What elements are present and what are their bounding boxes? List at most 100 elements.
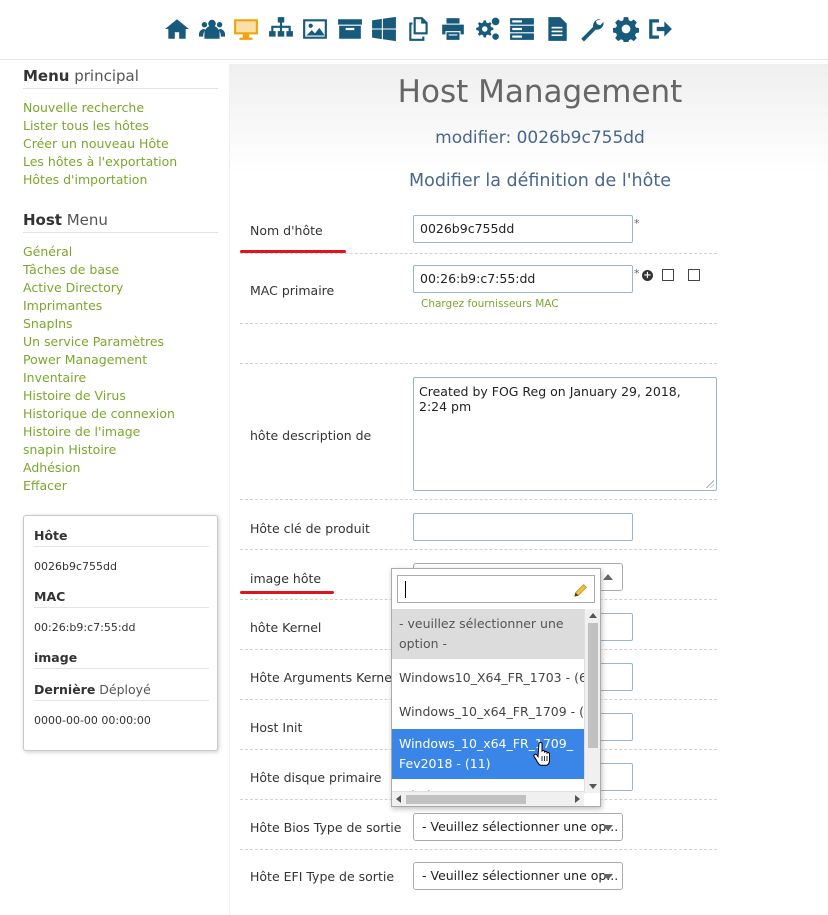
- kernel-args-label: Hôte Arguments Kernel: [250, 670, 396, 685]
- sidebar-item-main-2[interactable]: Créer un nouveau Hôte: [23, 135, 177, 153]
- add-mac-icon[interactable]: +: [642, 270, 653, 281]
- efi-exit-label: Hôte EFI Type de sortie: [250, 869, 395, 884]
- logout-icon[interactable]: [643, 12, 678, 46]
- image-info-label: image: [34, 650, 209, 669]
- image-icon[interactable]: [298, 12, 333, 46]
- bios-exit-value: - Veuillez sélectionner une op...: [422, 819, 619, 834]
- page-title: Host Management: [397, 74, 683, 110]
- efi-exit-select[interactable]: - Veuillez sélectionner une op...: [413, 862, 623, 890]
- mac-input[interactable]: 00:26:b9:c7:55:dd: [413, 265, 633, 293]
- sidebar-item-host-13[interactable]: Effacer: [23, 477, 175, 495]
- dropdown-vertical-scrollbar[interactable]: [584, 609, 600, 793]
- windows-icon[interactable]: [367, 12, 402, 46]
- toolbar-icons: [160, 12, 678, 46]
- last-deployed-label: Dernière Déployé: [34, 682, 209, 701]
- mac-label: MAC primaire: [250, 283, 335, 298]
- product-key-label: Hôte clé de produit: [250, 521, 370, 536]
- document-icon[interactable]: [540, 12, 575, 46]
- network-icon[interactable]: [264, 12, 299, 46]
- description-textarea[interactable]: Created by FOG Reg on January 29, 2018, …: [413, 377, 717, 491]
- cogs-icon[interactable]: [471, 12, 506, 46]
- hostname-label: Nom d'hôte: [250, 223, 323, 238]
- scroll-right-icon[interactable]: [575, 795, 580, 803]
- image-search-input[interactable]: [397, 575, 595, 603]
- sidebar-item-host-0[interactable]: Général: [23, 243, 175, 261]
- sidebar-item-main-0[interactable]: Nouvelle recherche: [23, 99, 177, 117]
- monitor-icon[interactable]: [229, 12, 264, 46]
- users-icon[interactable]: [195, 12, 230, 46]
- image-option-0[interactable]: - veuillez sélectionner une option -: [392, 609, 584, 659]
- sidebar-item-host-6[interactable]: Power Management: [23, 351, 175, 369]
- sidebar-item-host-3[interactable]: Imprimantes: [23, 297, 175, 315]
- bios-exit-select[interactable]: - Veuillez sélectionner une op...: [413, 813, 623, 841]
- product-key-input[interactable]: [413, 513, 633, 541]
- top-navigation: [0, 0, 828, 60]
- mac-ignore-client-checkbox[interactable]: [662, 269, 674, 281]
- image-option-3[interactable]: Windows_10_x64_FR_1709_Fev2018 - (11): [392, 729, 584, 779]
- load-mac-vendors-link[interactable]: Chargez fournisseurs MAC: [421, 298, 559, 310]
- sidebar-item-host-4[interactable]: SnapIns: [23, 315, 175, 333]
- sidebar-item-main-1[interactable]: Lister tous les hôtes: [23, 117, 177, 135]
- scroll-down-icon[interactable]: [589, 784, 597, 789]
- sidebar-item-host-8[interactable]: Histoire de Virus: [23, 387, 175, 405]
- sidebar-item-host-9[interactable]: Historique de connexion: [23, 405, 175, 423]
- hostname-underline: [240, 250, 346, 253]
- sidebar-item-host-1[interactable]: Tâches de base: [23, 261, 175, 279]
- sidebar-item-host-12[interactable]: Adhésion: [23, 459, 175, 477]
- main-menu-list: Nouvelle recherche Lister tous les hôtes C…: [23, 99, 177, 189]
- sidebar: Menu principal Nouvelle recherche Lister …: [0, 60, 228, 915]
- chevron-up-icon: [603, 574, 613, 580]
- scroll-thumb[interactable]: [588, 623, 598, 748]
- image-dropdown: - veuillez sélectionner une option - Wind…: [391, 568, 601, 807]
- text-caret: [405, 581, 406, 598]
- sidebar-item-host-5[interactable]: Un service Paramètres: [23, 333, 175, 351]
- spacer-row: [240, 324, 717, 364]
- mac-info-label: MAC: [34, 589, 209, 608]
- host-menu-heading: Host Menu: [23, 211, 218, 233]
- pencil-icon: [574, 584, 587, 597]
- sidebar-item-host-2[interactable]: Active Directory: [23, 279, 175, 297]
- host-info-value: 0026b9c755dd: [34, 560, 117, 573]
- hostname-input[interactable]: 0026b9c755dd: [413, 215, 633, 243]
- home-icon[interactable]: [160, 12, 195, 46]
- menu-principal-heading: Menu principal: [23, 67, 218, 89]
- dropdown-horizontal-scrollbar[interactable]: [392, 791, 584, 806]
- scroll-thumb-horizontal[interactable]: [406, 795, 526, 804]
- sidebar-item-host-10[interactable]: Histoire de l'image: [23, 423, 175, 441]
- mac-required-mark: *: [634, 267, 640, 280]
- host-info-label: Hôte: [34, 528, 209, 547]
- scroll-up-icon[interactable]: [589, 613, 597, 618]
- section-title: Modifier la définition de l'hôte: [409, 171, 671, 191]
- image-option-2[interactable]: Windows_10_x64_FR_1709 - (7): [392, 695, 584, 729]
- chevron-down-icon: [603, 825, 613, 831]
- init-label: Host Init: [250, 720, 303, 735]
- image-options-list: - veuillez sélectionner une option - Wind…: [392, 609, 584, 793]
- host-info-box: Hôte 0026b9c755dd MAC 00:26:b9:c7:55:dd …: [23, 515, 218, 751]
- chevron-down-icon: [603, 874, 613, 880]
- description-label: hôte description de: [250, 428, 372, 443]
- image-option-1[interactable]: Windows10_X64_FR_1703 - (6): [392, 661, 584, 695]
- hostname-required-mark: *: [634, 217, 640, 230]
- wrench-icon[interactable]: [574, 12, 609, 46]
- sidebar-item-main-4[interactable]: Hôtes d'importation: [23, 171, 177, 189]
- last-deployed-value: 0000-00-00 00:00:00: [34, 714, 151, 727]
- kernel-label: hôte Kernel: [250, 620, 322, 635]
- sidebar-item-main-3[interactable]: Les hôtes à l'exportation: [23, 153, 177, 171]
- efi-exit-value: - Veuillez sélectionner une op...: [422, 868, 619, 883]
- archive-icon[interactable]: [333, 12, 368, 46]
- description-text: Created by FOG Reg on January 29, 2018, …: [419, 384, 681, 414]
- primary-disk-label: Hôte disque primaire: [250, 770, 382, 785]
- image-label: image hôte: [250, 571, 322, 586]
- sidebar-item-host-11[interactable]: snapin Histoire: [23, 441, 175, 459]
- image-underline: [240, 591, 334, 594]
- resize-grip-icon[interactable]: [706, 480, 714, 488]
- bios-exit-label: Hôte Bios Type de sortie: [250, 820, 402, 835]
- printer-icon[interactable]: [436, 12, 471, 46]
- mac-ignore-image-checkbox[interactable]: [688, 269, 700, 281]
- server-icon[interactable]: [505, 12, 540, 46]
- settings-icon[interactable]: [609, 12, 644, 46]
- copy-icon[interactable]: [402, 12, 437, 46]
- mac-info-value: 00:26:b9:c7:55:dd: [34, 621, 136, 634]
- scroll-left-icon[interactable]: [396, 795, 401, 803]
- sidebar-item-host-7[interactable]: Inventaire: [23, 369, 175, 387]
